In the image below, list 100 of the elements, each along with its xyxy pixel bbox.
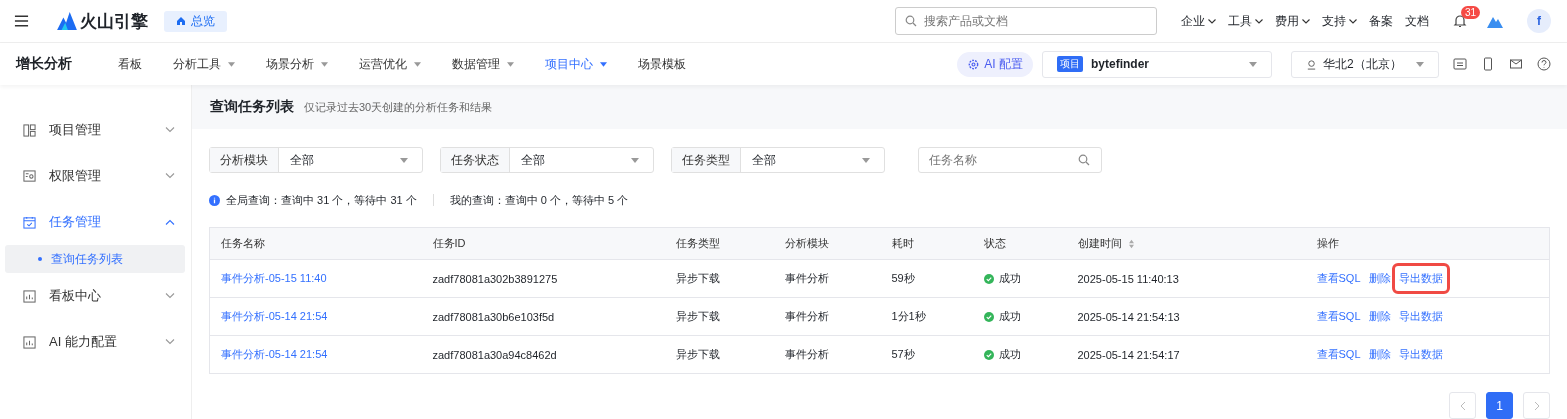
project-select[interactable]: 项目 bytefinder bbox=[1042, 50, 1272, 78]
task-name-link[interactable]: 事件分析-05-14 21:54 bbox=[221, 310, 328, 322]
action-link[interactable]: 删除 bbox=[1365, 306, 1394, 327]
table-cell: 2025-05-15 11:40:13 bbox=[1077, 272, 1179, 285]
overview-button[interactable]: 总览 bbox=[164, 10, 227, 32]
product-title: 增长分析 bbox=[16, 55, 73, 73]
column-header: 状态 bbox=[983, 237, 1006, 249]
sidebar-subitem[interactable]: 查询任务列表 bbox=[5, 245, 185, 273]
table-cell: 事件分析 bbox=[784, 310, 829, 322]
layout-icon bbox=[23, 123, 36, 137]
chevron-right-icon bbox=[1533, 400, 1540, 411]
action-link[interactable]: 删除 bbox=[1365, 268, 1394, 289]
column-header: 分析模块 bbox=[784, 237, 829, 249]
chevron-down-icon bbox=[165, 339, 175, 345]
caret-down-icon bbox=[414, 61, 421, 67]
header-link[interactable]: 工具 bbox=[1228, 12, 1263, 30]
menu-icon[interactable] bbox=[14, 14, 29, 28]
action-link[interactable]: 删除 bbox=[1365, 344, 1394, 365]
help-icon[interactable] bbox=[1537, 57, 1551, 71]
notification-count: 31 bbox=[1461, 6, 1481, 19]
column-header: 任务ID bbox=[432, 237, 466, 249]
project-name: bytefinder bbox=[1091, 57, 1150, 71]
header-link[interactable]: 支持 bbox=[1322, 12, 1357, 30]
global-query-summary: 全局查询：查询中 31 个，等待中 31 个 bbox=[226, 192, 417, 208]
filter-select[interactable]: 分析模块 全部 bbox=[209, 147, 423, 173]
sidebar-item[interactable]: 权限管理 bbox=[0, 153, 191, 199]
mountain-logo-icon bbox=[57, 12, 77, 30]
task-name-link[interactable]: 事件分析-05-14 21:54 bbox=[221, 348, 328, 360]
chart-icon bbox=[23, 289, 36, 303]
home-icon bbox=[176, 16, 186, 26]
header-link[interactable]: 费用 bbox=[1275, 12, 1310, 30]
search-icon bbox=[905, 15, 917, 27]
status-text: 成功 bbox=[998, 271, 1021, 286]
location-icon bbox=[1306, 58, 1317, 70]
search-icon bbox=[1078, 154, 1090, 166]
bell-icon[interactable] bbox=[1453, 14, 1467, 28]
action-link[interactable]: 导出数据 bbox=[1391, 263, 1450, 294]
task-name-search-field[interactable]: 任务名称 bbox=[918, 147, 1102, 173]
success-check-icon bbox=[983, 349, 994, 360]
action-link[interactable]: 查看SQL bbox=[1313, 306, 1364, 327]
action-link[interactable]: 查看SQL bbox=[1313, 268, 1364, 289]
region-name: 华北2（北京） bbox=[1323, 55, 1403, 73]
ai-config-button[interactable]: AI 配置 bbox=[957, 51, 1033, 77]
caret-down-icon bbox=[600, 61, 607, 67]
nav-tab[interactable]: 项目中心 bbox=[545, 55, 607, 73]
region-select[interactable]: 华北2（北京） bbox=[1291, 50, 1439, 78]
chart-icon bbox=[23, 335, 36, 349]
action-link[interactable]: 查看SQL bbox=[1313, 344, 1364, 365]
mail-icon[interactable] bbox=[1509, 57, 1523, 71]
header-link[interactable]: 文档 bbox=[1405, 12, 1429, 30]
nav-tab[interactable]: 数据管理 bbox=[452, 55, 514, 73]
column-header: 任务类型 bbox=[675, 237, 720, 249]
sidebar-item[interactable]: 任务管理 bbox=[0, 199, 191, 245]
header-link[interactable]: 企业 bbox=[1181, 12, 1216, 30]
chevron-down-icon bbox=[1255, 18, 1263, 24]
nav-tab[interactable]: 分析工具 bbox=[173, 55, 235, 73]
action-link[interactable]: 导出数据 bbox=[1395, 306, 1446, 327]
chevron-down-icon bbox=[165, 127, 175, 133]
project-tag: 项目 bbox=[1057, 56, 1083, 72]
table-cell: 异步下载 bbox=[675, 272, 720, 284]
table-cell: zadf78081a30b6e103f5d bbox=[432, 310, 555, 323]
caret-down-icon bbox=[1416, 61, 1424, 67]
chevron-down-icon bbox=[165, 173, 175, 179]
chevron-down-icon bbox=[1208, 18, 1216, 24]
avatar[interactable]: f bbox=[1527, 9, 1551, 33]
caret-down-icon bbox=[631, 157, 639, 163]
nav-tab[interactable]: 看板 bbox=[118, 55, 142, 73]
table-cell: 2025-05-14 21:54:17 bbox=[1077, 348, 1180, 361]
page-subtitle: 仅记录过去30天创建的分析任务和结果 bbox=[304, 99, 493, 115]
sidebar-item[interactable]: AI 能力配置 bbox=[0, 319, 191, 365]
nav-tab[interactable]: 运营优化 bbox=[359, 55, 421, 73]
success-check-icon bbox=[983, 273, 994, 284]
my-query-summary: 我的查询：查询中 0 个，等待中 5 个 bbox=[449, 192, 629, 208]
table-cell: 事件分析 bbox=[784, 272, 829, 284]
search-field[interactable]: 搜索产品或文档 bbox=[895, 7, 1157, 35]
status-text: 成功 bbox=[998, 309, 1021, 324]
sidebar-item[interactable]: 看板中心 bbox=[0, 273, 191, 319]
table-cell: zadf78081a30a94c8462d bbox=[432, 348, 557, 361]
action-link[interactable]: 导出数据 bbox=[1395, 344, 1446, 365]
chevron-down-icon bbox=[1302, 18, 1310, 24]
table-cell: 2025-05-14 21:54:13 bbox=[1077, 310, 1180, 323]
filter-select[interactable]: 任务类型 全部 bbox=[671, 147, 885, 173]
table-cell: 事件分析 bbox=[784, 348, 829, 360]
success-check-icon bbox=[983, 311, 994, 322]
switch-icon[interactable] bbox=[1453, 57, 1467, 71]
table-cell: 1分1秒 bbox=[891, 310, 926, 322]
page-title: 查询任务列表 bbox=[210, 98, 294, 116]
nav-tab[interactable]: 场景分析 bbox=[266, 55, 328, 73]
chevron-up-icon bbox=[165, 219, 175, 225]
chevron-left-icon bbox=[1459, 400, 1466, 411]
page-button[interactable]: 1 bbox=[1486, 392, 1513, 419]
caret-down-icon bbox=[400, 157, 408, 163]
info-icon bbox=[209, 194, 220, 206]
calendar-icon bbox=[23, 215, 36, 229]
filter-select[interactable]: 任务状态 全部 bbox=[440, 147, 654, 173]
nav-tab[interactable]: 场景模板 bbox=[638, 55, 686, 73]
header-link[interactable]: 备案 bbox=[1369, 12, 1393, 30]
mobile-icon[interactable] bbox=[1481, 57, 1495, 71]
task-name-link[interactable]: 事件分析-05-15 11:40 bbox=[221, 272, 327, 284]
sidebar-item[interactable]: 项目管理 bbox=[0, 107, 191, 153]
